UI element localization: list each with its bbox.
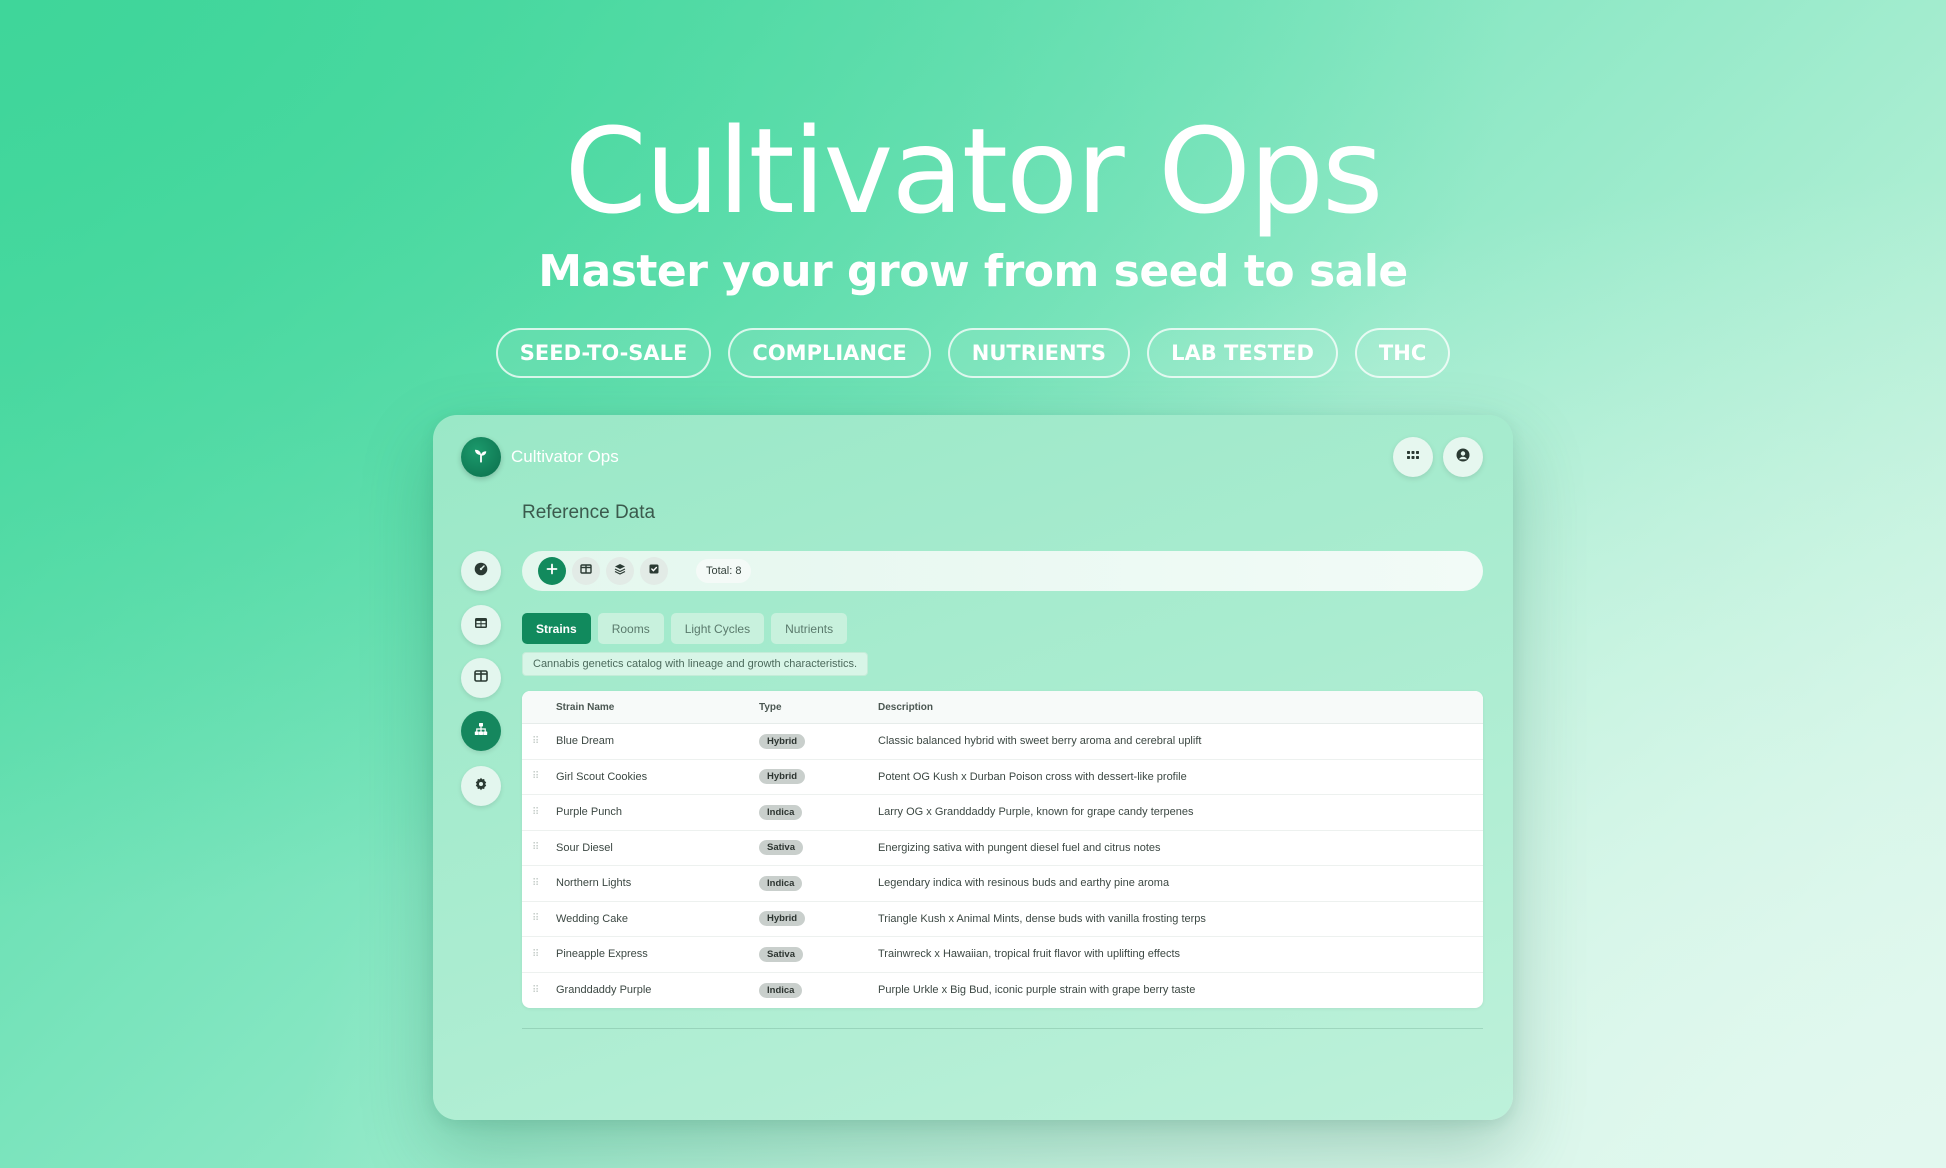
select-button[interactable] [640, 557, 668, 585]
strain-name: Purple Punch [556, 806, 623, 819]
strain-description: Energizing sativa with pungent diesel fu… [878, 841, 1161, 854]
table-row[interactable]: ⠿ Purple Punch Indica Larry OG x Grandda… [522, 795, 1483, 831]
strains-table: Strain Name Type Description ⠿ Blue Drea… [522, 691, 1483, 1008]
tab-bar: Strains Rooms Light Cycles Nutrients [522, 613, 848, 644]
hero-pills: SEED-TO-SALE COMPLIANCE NUTRIENTS LAB TE… [0, 328, 1946, 378]
tab-description: Cannabis genetics catalog with lineage a… [522, 652, 869, 676]
type-badge: Hybrid [759, 733, 806, 749]
divider [522, 1028, 1483, 1029]
drag-handle-icon[interactable]: ⠿ [522, 771, 556, 782]
account-icon [1456, 448, 1470, 467]
strain-name: Granddaddy Purple [556, 984, 652, 997]
hero-subtitle: Master your grow from seed to sale [538, 246, 1408, 297]
tab-light-cycles[interactable]: Light Cycles [670, 613, 765, 644]
strain-name: Blue Dream [556, 735, 615, 748]
type-badge: Indica [759, 982, 803, 998]
app-logo[interactable] [461, 437, 501, 477]
layers-icon [614, 562, 626, 580]
type-badge: Hybrid [759, 769, 806, 785]
page-title: Reference Data [522, 502, 656, 523]
layers-button[interactable] [606, 557, 634, 585]
strain-description: Trainwreck x Hawaiian, tropical fruit fl… [878, 948, 1181, 961]
pill-seed-to-sale: SEED-TO-SALE [495, 328, 712, 378]
sidebar-item-dashboard[interactable] [461, 551, 501, 591]
hierarchy-icon [474, 722, 488, 741]
type-badge: Indica [759, 875, 803, 891]
type-badge: Sativa [759, 840, 803, 856]
hero-title: Cultivator Ops [564, 102, 1384, 240]
apps-grid-button[interactable] [1393, 437, 1433, 477]
sprout-icon [472, 446, 490, 469]
settings-icon [474, 777, 488, 796]
table-header: Strain Name Type Description [522, 691, 1483, 724]
table-row[interactable]: ⠿ Granddaddy Purple Indica Purple Urkle … [522, 973, 1483, 1009]
table-row[interactable]: ⠿ Pineapple Express Sativa Trainwreck x … [522, 937, 1483, 973]
drag-handle-icon[interactable]: ⠿ [522, 807, 556, 818]
drag-handle-icon[interactable]: ⠿ [522, 736, 556, 747]
tab-nutrients[interactable]: Nutrients [771, 613, 848, 644]
column-header-type[interactable]: Type [759, 702, 878, 713]
table-row[interactable]: ⠿ Sour Diesel Sativa Energizing sativa w… [522, 831, 1483, 866]
drag-handle-icon[interactable]: ⠿ [522, 878, 556, 889]
strain-description: Larry OG x Granddaddy Purple, known for … [878, 806, 1194, 819]
total-label: Total: [706, 565, 733, 577]
strain-name: Wedding Cake [556, 912, 628, 925]
table-icon [474, 616, 488, 635]
table-row[interactable]: ⠿ Blue Dream Hybrid Classic balanced hyb… [522, 724, 1483, 760]
strain-description: Classic balanced hybrid with sweet berry… [878, 735, 1202, 748]
strain-description: Purple Urkle x Big Bud, iconic purple st… [878, 984, 1196, 997]
strain-name: Girl Scout Cookies [556, 770, 648, 783]
strain-name: Pineapple Express [556, 948, 648, 961]
checkbox-icon [648, 562, 660, 580]
table-row[interactable]: ⠿ Wedding Cake Hybrid Triangle Kush x An… [522, 902, 1483, 937]
pill-nutrients: NUTRIENTS [947, 328, 1131, 378]
sidebar-item-table[interactable] [461, 605, 501, 645]
strain-name: Northern Lights [556, 877, 632, 890]
app-window: Cultivator Ops Reference Data Total: 8 S… [433, 415, 1513, 1120]
apps-grid-icon [1406, 448, 1420, 467]
add-button[interactable] [538, 557, 566, 585]
add-icon [546, 562, 558, 580]
type-badge: Hybrid [759, 911, 806, 927]
type-badge: Indica [759, 804, 803, 820]
pill-thc: THC [1354, 328, 1451, 378]
sidebar-item-settings[interactable] [461, 766, 501, 806]
total-value: 8 [735, 565, 742, 577]
columns-icon [580, 562, 592, 580]
table-row[interactable]: ⠿ Northern Lights Indica Legendary indic… [522, 866, 1483, 902]
drag-handle-icon[interactable]: ⠿ [522, 985, 556, 996]
column-header-strain-name[interactable]: Strain Name [556, 702, 759, 713]
columns-button[interactable] [572, 557, 600, 585]
table-row[interactable]: ⠿ Girl Scout Cookies Hybrid Potent OG Ku… [522, 760, 1483, 795]
strain-description: Potent OG Kush x Durban Poison cross wit… [878, 770, 1187, 783]
drag-handle-icon[interactable]: ⠿ [522, 913, 556, 924]
dashboard-icon [474, 562, 488, 581]
pill-compliance: COMPLIANCE [728, 328, 931, 378]
column-header-description[interactable]: Description [878, 702, 1483, 713]
drag-handle-icon[interactable]: ⠿ [522, 842, 556, 853]
sidebar-item-hierarchy[interactable] [461, 711, 501, 751]
layout-icon [474, 669, 488, 688]
sidebar-item-layout[interactable] [461, 658, 501, 698]
drag-handle-icon[interactable]: ⠿ [522, 949, 556, 960]
tab-rooms[interactable]: Rooms [597, 613, 664, 644]
strain-description: Triangle Kush x Animal Mints, dense buds… [878, 912, 1206, 925]
account-button[interactable] [1443, 437, 1483, 477]
type-badge: Sativa [759, 946, 803, 962]
strain-description: Legendary indica with resinous buds and … [878, 877, 1170, 890]
tab-strains[interactable]: Strains [522, 613, 591, 644]
strain-name: Sour Diesel [556, 841, 613, 854]
toolbar: Total: 8 [522, 551, 1483, 591]
app-name: Cultivator Ops [511, 447, 619, 466]
pill-lab-tested: LAB TESTED [1147, 328, 1338, 378]
total-count: Total: 8 [696, 559, 752, 583]
